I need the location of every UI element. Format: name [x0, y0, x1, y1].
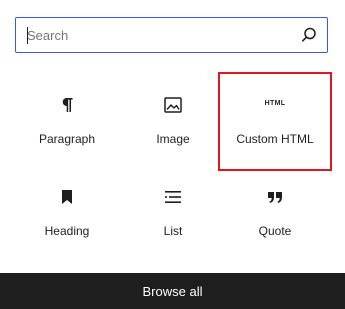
- list-icon: [123, 185, 223, 209]
- search-input[interactable]: [16, 18, 327, 52]
- search-icon[interactable]: [300, 26, 318, 44]
- text-caret: [27, 27, 28, 44]
- block-item-custom-html[interactable]: HTML Custom HTML: [218, 72, 332, 171]
- block-item-quote[interactable]: Quote: [225, 175, 325, 255]
- block-label: Quote: [258, 224, 292, 238]
- heading-icon: [17, 185, 117, 209]
- block-label: Paragraph: [38, 132, 96, 146]
- paragraph-icon: [17, 93, 117, 117]
- block-label: List: [163, 224, 183, 238]
- block-item-image[interactable]: Image: [123, 83, 223, 163]
- block-item-list[interactable]: List: [123, 175, 223, 255]
- html-icon-text: HTML: [264, 99, 286, 107]
- html-icon: HTML: [220, 91, 330, 115]
- image-icon: [123, 93, 223, 117]
- browse-all-label: Browse all: [142, 283, 203, 299]
- block-label: Custom HTML: [236, 132, 314, 146]
- quote-icon: [225, 185, 325, 209]
- block-label: Heading: [44, 224, 90, 238]
- block-item-paragraph[interactable]: Paragraph: [17, 83, 117, 163]
- block-item-heading[interactable]: Heading: [17, 175, 117, 255]
- block-label: Image: [156, 132, 190, 146]
- block-search[interactable]: [15, 17, 328, 53]
- browse-all-button[interactable]: Browse all: [0, 273, 345, 309]
